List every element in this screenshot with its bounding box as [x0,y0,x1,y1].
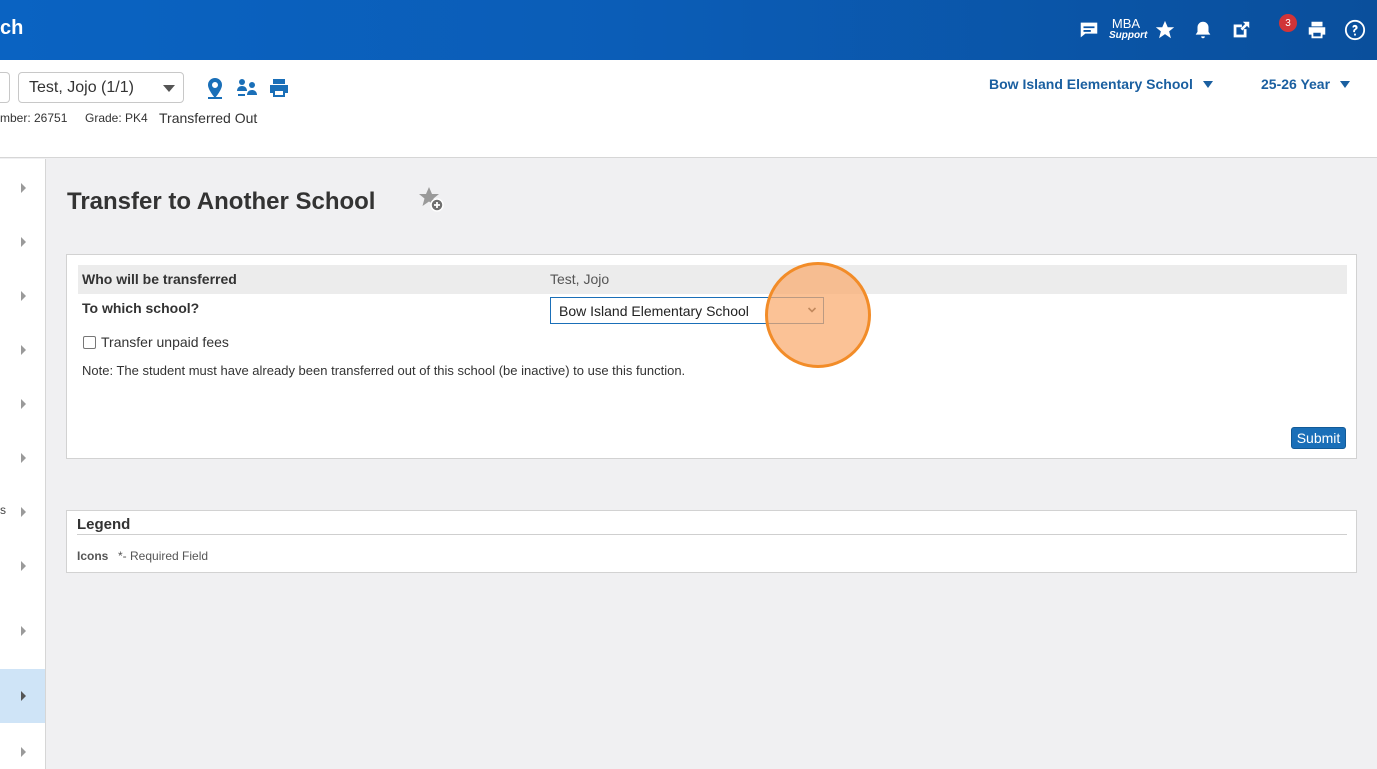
sidebar-item[interactable] [0,215,45,269]
chevron-right-icon [21,747,26,757]
student-selector[interactable]: Test, Jojo (1/1) [18,72,184,103]
chevron-right-icon [21,291,26,301]
app-name[interactable]: ch [0,17,23,40]
print-icon[interactable] [267,76,291,100]
sidebar-item[interactable] [0,431,45,485]
mba-support-button[interactable]: MBA Support [1109,16,1148,41]
student-header: Test, Jojo (1/1) mber: 26751 Grade: PK4 … [0,60,1377,158]
legend-panel: Legend Icons *- Required Field [66,510,1357,573]
map-pin-icon[interactable] [203,76,227,100]
print-icon[interactable] [1305,18,1329,42]
sidebar-item[interactable] [0,725,45,769]
chat-icon[interactable] [1077,18,1101,42]
external-link-icon[interactable] [1229,18,1253,42]
sidebar: s [0,159,46,769]
notification-badge[interactable]: 3 [1279,14,1297,32]
sidebar-item[interactable] [0,377,45,431]
sidebar-item[interactable] [0,323,45,377]
legend-required-field: *- Required Field [118,549,209,563]
year-context-label: 25-26 Year [1261,76,1331,92]
student-grade: Grade: PK4 [85,111,148,125]
sidebar-item[interactable] [0,485,45,539]
who-value: Test, Jojo [550,271,610,287]
transfer-unpaid-fees-checkbox[interactable] [83,336,96,349]
favorite-add-icon[interactable] [416,185,446,215]
student-number: mber: 26751 [0,111,68,125]
sidebar-item[interactable] [0,161,45,215]
sidebar-label-fragment: s [0,503,6,517]
transfer-form-panel: Who will be transferred Test, Jojo To wh… [66,254,1357,459]
legend-divider [77,534,1347,535]
chevron-right-icon [21,561,26,571]
help-icon[interactable] [1343,18,1367,42]
school-select[interactable]: Bow Island Elementary School [550,297,824,324]
submit-button[interactable]: Submit [1291,427,1346,449]
school-context-label: Bow Island Elementary School [989,76,1193,92]
top-bar: ch MBA Support 3 [0,0,1377,60]
support-label: Support [1109,30,1148,41]
legend-title: Legend [77,516,131,533]
chevron-down-icon [1202,80,1213,88]
student-status: Transferred Out [159,110,258,126]
school-label: To which school? [82,300,200,316]
school-context-selector[interactable]: Bow Island Elementary School [989,76,1213,92]
page-title: Transfer to Another School [67,188,376,215]
chevron-right-icon [21,345,26,355]
chevron-down-icon [807,307,817,313]
sidebar-item-active[interactable] [0,669,45,723]
student-name: Test, Jojo (1/1) [29,79,134,96]
star-icon[interactable] [1153,18,1177,42]
chevron-down-icon [1340,80,1351,88]
chevron-down-icon [163,85,175,92]
legend-icons-label: Icons [77,549,109,563]
year-context-selector[interactable]: 25-26 Year [1261,76,1351,92]
sidebar-item[interactable] [0,539,45,593]
who-row [78,265,1347,294]
chevron-right-icon [21,453,26,463]
chevron-right-icon [21,507,26,517]
mba-label: MBA [1111,16,1141,31]
people-icon[interactable] [235,76,259,100]
bell-icon[interactable] [1191,18,1215,42]
chevron-right-icon [21,691,26,701]
school-select-value: Bow Island Elementary School [559,303,749,319]
chevron-right-icon [21,237,26,247]
chevron-right-icon [21,183,26,193]
search-field-edge[interactable] [0,72,10,103]
chevron-right-icon [21,626,26,636]
transfer-unpaid-fees-label[interactable]: Transfer unpaid fees [101,334,229,350]
sidebar-item[interactable] [0,269,45,323]
chevron-right-icon [21,399,26,409]
who-label: Who will be transferred [82,271,237,287]
transfer-note: Note: The student must have already been… [82,363,686,378]
sidebar-item[interactable] [0,604,45,658]
